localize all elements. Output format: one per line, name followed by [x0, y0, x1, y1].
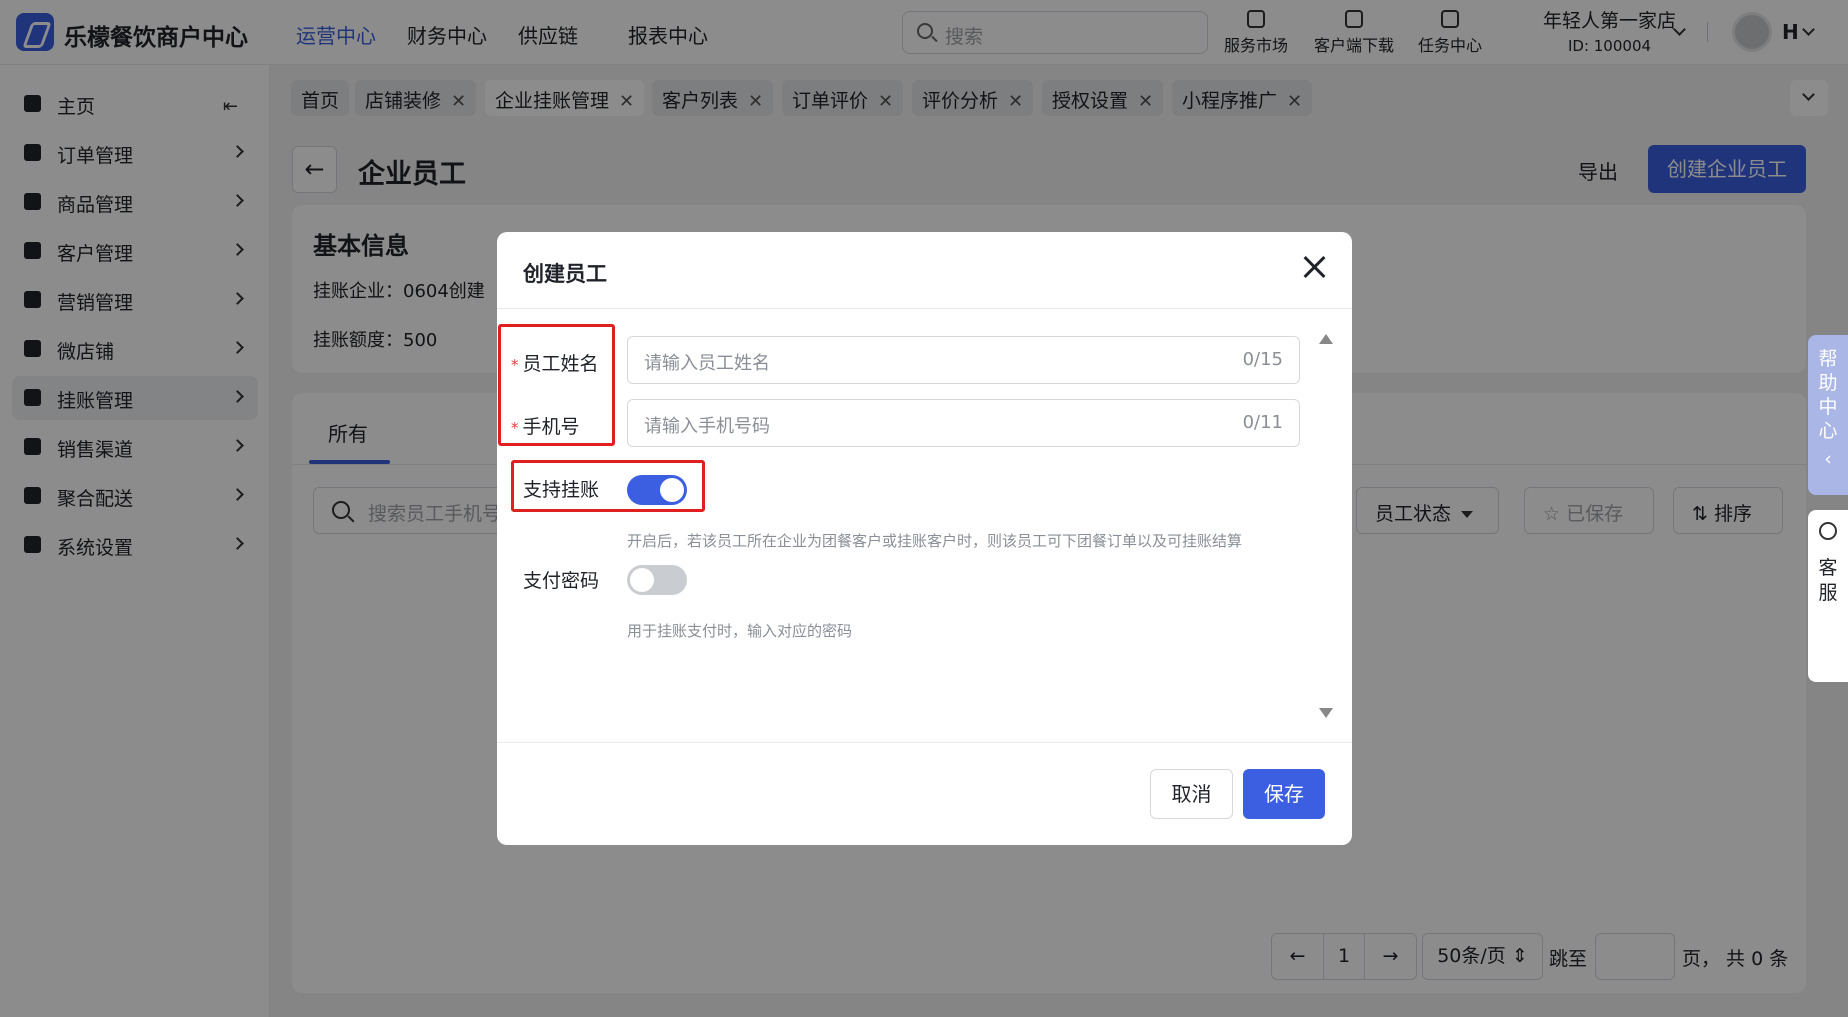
divider [497, 742, 1352, 743]
scroll-up-arrow-icon[interactable] [1319, 334, 1333, 344]
pay-password-label: 支付密码 [523, 570, 600, 592]
chevron-left-icon: ‹ [1824, 448, 1832, 470]
name-char-count: 0/15 [1242, 349, 1283, 370]
highlight-box [498, 324, 615, 446]
create-employee-modal: 创建员工 * 员工姓名 请输入员工姓名 0/15 * 手机号 请输入手机号码 0/1… [497, 232, 1352, 845]
save-button[interactable]: 保存 [1243, 769, 1325, 819]
pay-password-hint: 用于挂账支付时，输入对应的密码 [627, 622, 853, 640]
employee-name-input[interactable]: 请输入员工姓名 0/15 [627, 336, 1300, 384]
headset-icon [1819, 522, 1837, 540]
modal-title: 创建员工 [523, 262, 607, 286]
pay-password-toggle[interactable] [627, 565, 687, 595]
close-icon[interactable] [1299, 252, 1329, 282]
scroll-down-arrow-icon[interactable] [1319, 708, 1333, 718]
credit-support-hint: 开启后，若该员工所在企业为团餐客户或挂账客户时，则该员工可下团餐订单以及可挂账结… [627, 532, 1243, 550]
cancel-button[interactable]: 取消 [1150, 769, 1233, 819]
divider [497, 308, 1352, 309]
phone-char-count: 0/11 [1242, 412, 1283, 433]
customer-service-button[interactable]: 客服 [1808, 510, 1848, 682]
phone-input[interactable]: 请输入手机号码 0/11 [627, 399, 1300, 447]
highlight-box [511, 460, 705, 512]
help-center-button[interactable]: 帮助中心 ‹ [1808, 335, 1848, 495]
